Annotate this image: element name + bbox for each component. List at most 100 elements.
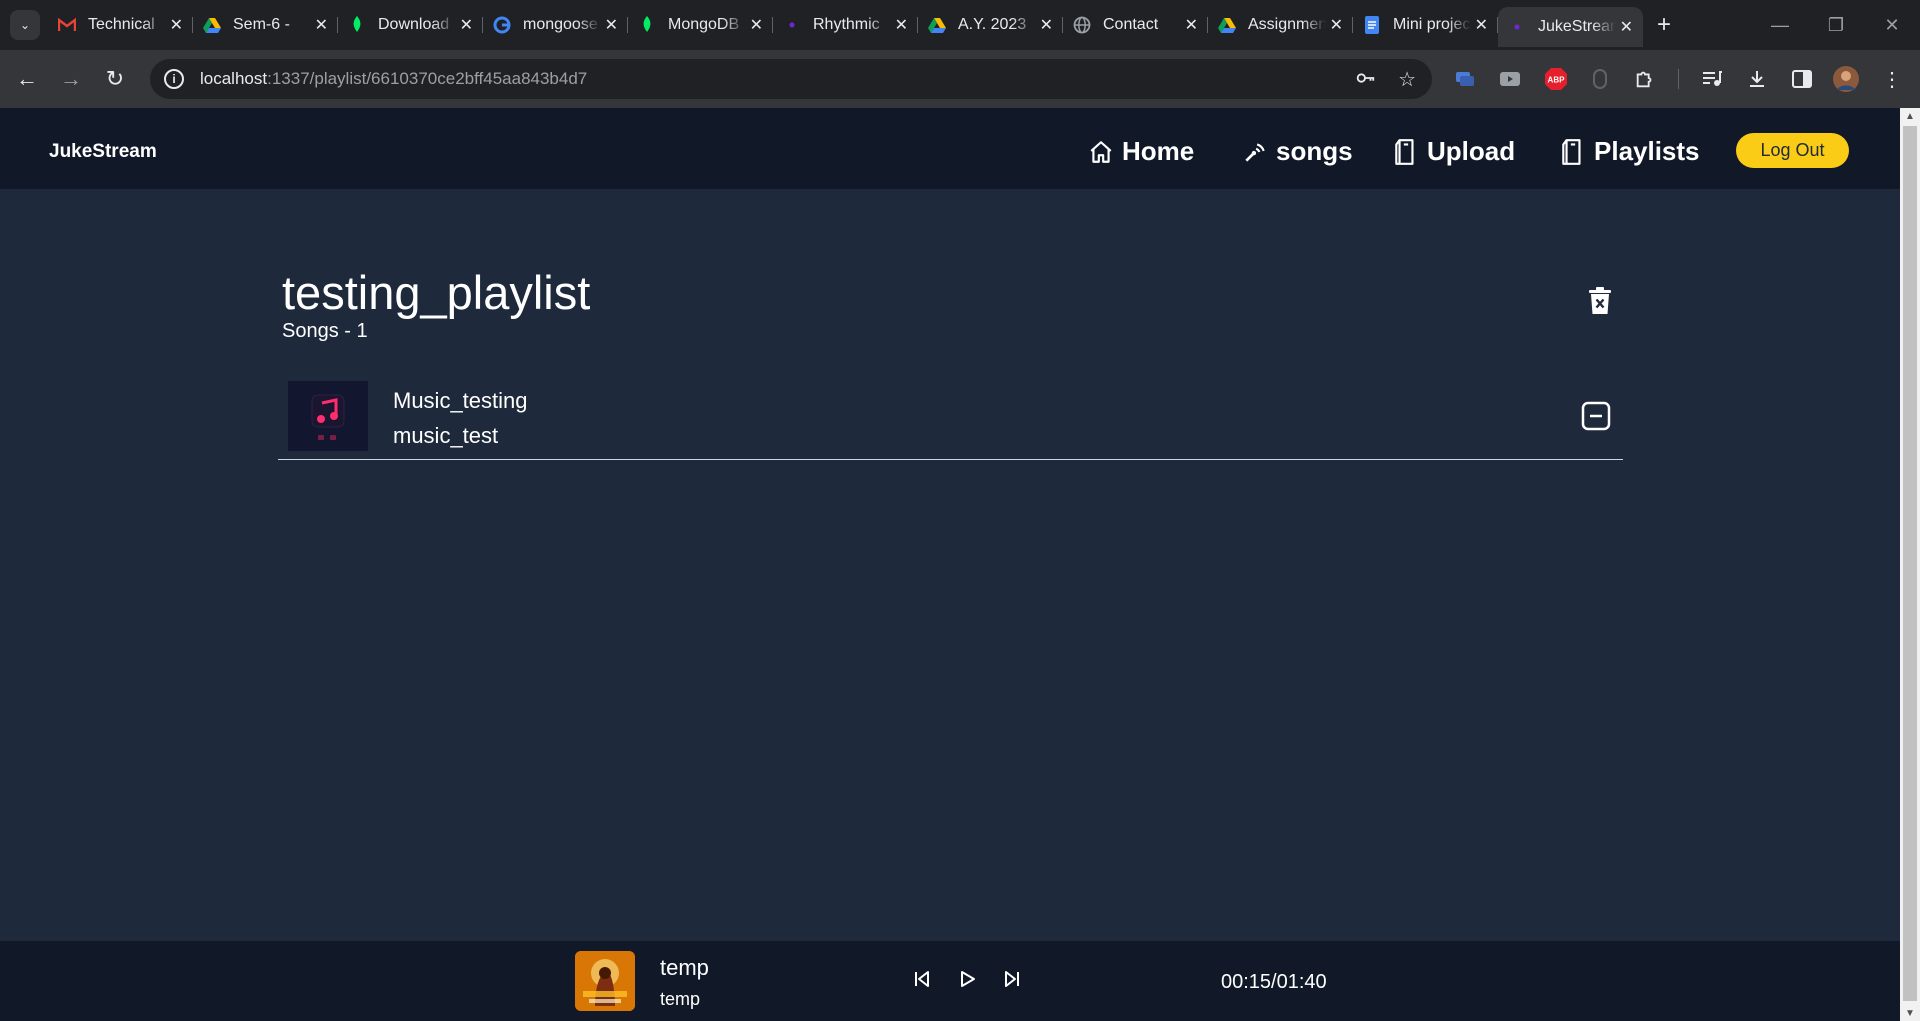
tab-close-icon[interactable]: ✕ [605,15,618,35]
minus-square-icon [1581,401,1611,431]
media-icon[interactable] [1697,64,1727,94]
upload-icon [1395,138,1414,165]
browser-tab-title: Contact [1103,16,1159,33]
drive-icon [928,16,946,34]
nav-playlists[interactable]: Playlists [1560,136,1700,167]
browser-tab[interactable]: Download ✕ [338,7,483,43]
browser-tab[interactable]: Sem-6 - ✕ [193,7,338,43]
skip-back-icon [915,971,929,987]
tab-close-icon[interactable]: ✕ [1185,15,1198,35]
url-text[interactable]: localhost:1337/playlist/6610370ce2bff45a… [200,69,587,89]
delete-playlist-button[interactable] [1588,287,1612,320]
mongodb-leaf-icon [638,16,656,34]
brand-logo[interactable]: JukeStream [49,141,157,163]
mouse-icon[interactable] [1585,64,1615,94]
address-bar[interactable]: i localhost:1337/playlist/6610370ce2bff4… [150,59,1432,99]
browser-tab-title: Download [378,16,450,33]
scroll-down-arrow-icon[interactable]: ▼ [1900,1005,1920,1021]
tab-close-icon[interactable]: ✕ [1475,15,1488,35]
restore-icon[interactable]: ❐ [1808,0,1864,50]
trash-icon [1589,287,1611,314]
browser-tab-title: A.Y. 2023 [958,16,1027,33]
broadcast-icon [1245,142,1265,162]
browser-tab[interactable]: Mini project ✕ [1353,7,1498,43]
video-icon[interactable] [1495,64,1525,94]
app-navbar: JukeStream Home songs Upload Playlists L… [0,108,1900,189]
url-host: localhost [200,69,268,88]
password-key-icon[interactable] [1354,67,1376,95]
playback-time: 00:15/01:40 [1221,971,1327,993]
browser-tab[interactable]: mongoose ✕ [483,7,628,43]
tab-list: Technical ✕ Sem-6 - ✕ Download ✕ mongoose ✕ Mong… [48,5,1643,47]
tab-close-icon[interactable]: ✕ [170,15,183,35]
tab-close-icon[interactable]: ✕ [1620,17,1633,37]
song-cover [288,381,368,451]
playlist-page: testing_playlist Songs - 1 Music_testing… [0,189,1900,941]
bookmark-star-icon[interactable]: ☆ [1398,67,1416,95]
browser-tab[interactable]: JukeStream ✕ [1498,7,1643,47]
scroll-thumb[interactable] [1903,126,1917,1001]
page-scrollbar[interactable]: ▲ ▼ [1900,108,1920,1021]
toolbar-divider [1678,69,1679,89]
scroll-up-arrow-icon[interactable]: ▲ [1900,108,1920,124]
adblock-icon[interactable]: ABP [1541,64,1571,94]
tab-close-icon[interactable]: ✕ [460,15,473,35]
dot-icon [783,16,801,34]
window-controls: — ❐ ✕ [1752,0,1920,50]
browser-tab-title: Mini project [1393,16,1471,33]
download-icon[interactable] [1742,64,1772,94]
nav-home[interactable]: Home [1088,136,1194,167]
song-artist: music_test [393,423,499,448]
chrome-menu-icon[interactable]: ⋮ [1877,64,1907,94]
puzzle-icon[interactable] [1630,64,1660,94]
url-path: :1337/playlist/6610370ce2bff45aa843b4d7 [267,69,588,88]
browser-tab[interactable]: Assignment ✕ [1208,7,1353,43]
now-playing-title: temp [660,955,709,980]
screen-share-icon[interactable] [1450,64,1480,94]
now-playing-artist: temp [660,989,701,1009]
tab-close-icon[interactable]: ✕ [750,15,763,35]
tab-search-button[interactable]: ⌄ [10,10,40,40]
song-title: Music_testing [393,388,528,413]
google-icon [493,16,511,34]
avatar[interactable] [1831,64,1861,94]
nav-home-label: Home [1122,136,1195,166]
skip-forward-icon [1005,971,1019,987]
browser-tab[interactable]: A.Y. 2023 ✕ [918,7,1063,43]
logout-button[interactable]: Log Out [1736,133,1849,168]
nav-songs[interactable]: songs [1242,136,1353,167]
browser-tab[interactable]: Rhythmic ✕ [773,7,918,43]
browser-tab-title: MongoDB [668,16,740,33]
tab-close-icon[interactable]: ✕ [315,15,328,35]
next-track-button[interactable] [1002,969,1022,994]
browser-tab-title: Rhythmic [813,16,880,33]
sidepanel-icon[interactable] [1787,64,1817,94]
nav-upload[interactable]: Upload [1393,136,1515,167]
browser-tab[interactable]: Technical ✕ [48,7,193,43]
site-info-icon[interactable]: i [164,69,184,89]
home-icon [1090,140,1112,163]
nav-songs-label: songs [1276,136,1353,166]
browser-tab[interactable]: MongoDB ✕ [628,7,773,43]
browser-tab-title: mongoose [523,16,598,33]
nav-upload-label: Upload [1427,136,1516,166]
minimize-icon[interactable]: — [1752,0,1808,50]
gmail-icon [58,16,76,34]
tab-close-icon[interactable]: ✕ [895,15,908,35]
tab-close-icon[interactable]: ✕ [1330,15,1343,35]
back-button[interactable]: ← [10,62,44,96]
remove-song-button[interactable] [1581,401,1611,436]
tab-close-icon[interactable]: ✕ [1040,15,1053,35]
reload-button[interactable]: ↻ [98,62,132,96]
browser-tab[interactable]: Contact ✕ [1063,7,1208,43]
previous-track-button[interactable] [912,969,932,994]
close-window-icon[interactable]: ✕ [1864,0,1920,50]
forward-button[interactable]: → [54,62,88,96]
globe-icon [1073,16,1091,34]
browser-tab-title: JukeStream [1538,18,1616,35]
new-tab-button[interactable]: + [1657,11,1671,39]
play-button[interactable] [957,969,977,994]
docs-icon [1363,16,1381,34]
browser-tab-title: Sem-6 - [233,16,290,33]
playlist-song-row[interactable]: Music_testing music_test [278,373,1623,460]
